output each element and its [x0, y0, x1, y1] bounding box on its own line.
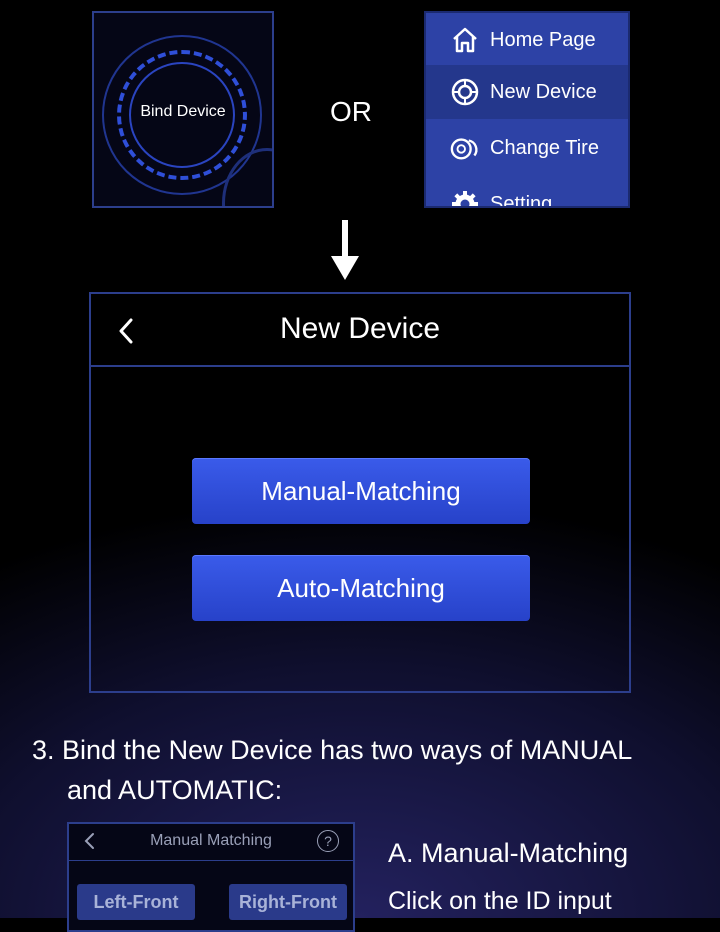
- auto-matching-button[interactable]: Auto-Matching: [192, 555, 530, 621]
- manual-matching-button[interactable]: Manual-Matching: [192, 458, 530, 524]
- gear-icon: [450, 189, 480, 206]
- down-arrow-icon: [331, 220, 359, 280]
- tire-icon: [450, 77, 480, 107]
- mini-header: Manual Matching ?: [69, 824, 353, 861]
- menu-item-setting[interactable]: Setting: [426, 177, 628, 208]
- app-header: New Device: [91, 294, 629, 367]
- page-title: New Device: [279, 312, 441, 345]
- manual-matching-description: Click on the ID input: [388, 887, 612, 915]
- side-menu: Home Page New Device Change Tire Setting: [424, 11, 630, 208]
- menu-item-home-page[interactable]: Home Page: [426, 13, 628, 67]
- instruction-text: 3. Bind the New Device has two ways of M…: [32, 730, 712, 810]
- instruction-line-2: and AUTOMATIC:: [67, 775, 283, 805]
- or-label: OR: [330, 96, 372, 127]
- mini-title: Manual Matching: [150, 832, 272, 849]
- manual-matching-heading: A. Manual-Matching: [388, 838, 629, 868]
- manual-matching-preview: Manual Matching ? Left-Front Right-Front: [67, 822, 355, 932]
- bind-device-panel[interactable]: Bind Device: [92, 11, 274, 208]
- right-front-button[interactable]: Right-Front: [229, 884, 347, 920]
- menu-item-new-device[interactable]: New Device: [426, 65, 628, 119]
- left-front-button[interactable]: Left-Front: [77, 884, 195, 920]
- bind-device-label: Bind Device: [140, 103, 226, 120]
- help-icon[interactable]: ?: [317, 830, 339, 852]
- tires-swap-icon: [450, 133, 480, 163]
- instruction-line-1: 3. Bind the New Device has two ways of M…: [32, 735, 633, 765]
- new-device-screen: New Device Manual-Matching Auto-Matching: [89, 292, 631, 693]
- menu-item-label: New Device: [490, 80, 597, 103]
- menu-item-label: Home Page: [490, 28, 596, 51]
- menu-item-label: Setting: [490, 192, 553, 208]
- menu-item-label: Change Tire: [490, 136, 599, 159]
- menu-item-change-tire[interactable]: Change Tire: [426, 121, 628, 175]
- home-icon: [450, 25, 480, 55]
